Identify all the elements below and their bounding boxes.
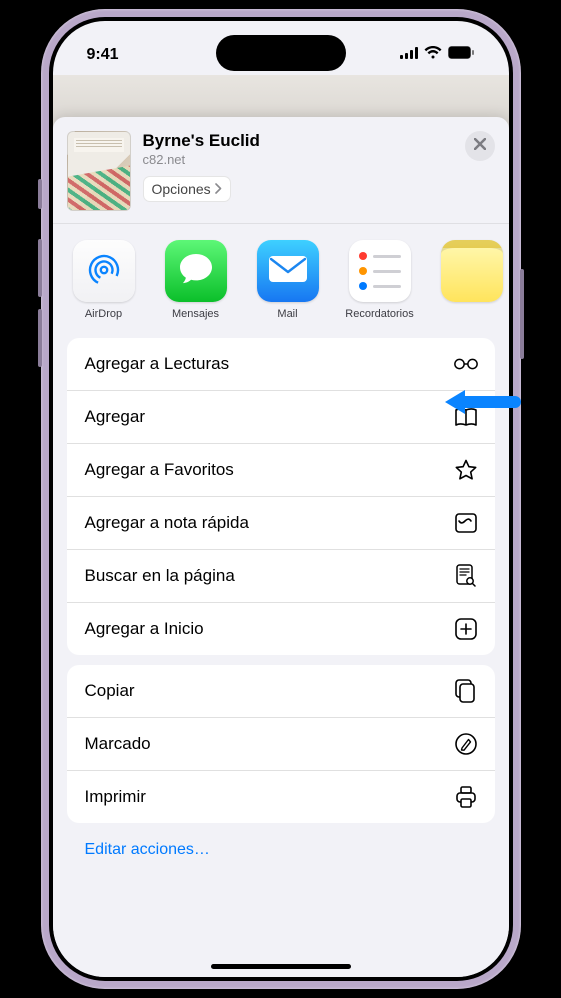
star-icon [453,458,479,482]
share-sheet: Byrne's Euclid c82.net Opciones [53,117,509,977]
action-label: Agregar a Favoritos [85,460,234,480]
app-label: Recordatorios [345,308,413,320]
action-label: Agregar [85,407,145,427]
action-add-reading-list[interactable]: Agregar a Lecturas [67,338,495,391]
edit-actions-link[interactable]: Editar acciones… [67,833,495,863]
app-label: Mail [277,308,297,320]
action-add-bookmark[interactable]: Agregar [67,391,495,444]
actions-group-primary: Agregar a Lecturas Agregar [67,338,495,655]
action-label: Marcado [85,734,151,754]
action-markup[interactable]: Marcado [67,718,495,771]
chevron-right-icon [215,181,222,197]
action-find-on-page[interactable]: Buscar en la página [67,550,495,603]
action-label: Buscar en la página [85,566,235,586]
battery-icon [448,46,475,64]
quicknote-icon [453,511,479,535]
callout-arrow [445,387,515,417]
glasses-icon [453,352,479,376]
action-label: Agregar a Inicio [85,619,204,639]
action-label: Copiar [85,681,135,701]
action-copy[interactable]: Copiar [67,665,495,718]
close-button[interactable] [465,131,495,161]
action-add-favorites[interactable]: Agregar a Favoritos [67,444,495,497]
home-indicator[interactable] [211,964,351,969]
action-print[interactable]: Imprimir [67,771,495,823]
dynamic-island [216,35,346,71]
options-label: Opciones [152,181,211,197]
action-label: Agregar a Lecturas [85,354,230,374]
action-add-home[interactable]: Agregar a Inicio [67,603,495,655]
copy-icon [453,679,479,703]
action-add-quicknote[interactable]: Agregar a nota rápida [67,497,495,550]
page-title: Byrne's Euclid [143,131,453,151]
airdrop-icon [83,248,125,295]
app-share-row[interactable]: AirDrop Mensajes [53,224,509,338]
share-target-mail[interactable]: Mail [255,240,321,320]
page-domain: c82.net [143,152,453,167]
reminders-icon [359,252,401,290]
status-time: 9:41 [87,46,119,64]
share-target-messages[interactable]: Mensajes [163,240,229,320]
mail-icon [266,253,310,290]
wifi-icon [424,46,442,64]
cellular-icon [400,46,418,64]
add-home-icon [453,617,479,641]
actions-group-secondary: Copiar Marcado Imprimir [67,665,495,823]
share-target-reminders[interactable]: Recordatorios [347,240,413,320]
app-label: AirDrop [85,308,122,320]
share-target-notes[interactable] [439,240,505,320]
app-label: Mensajes [172,308,219,320]
action-label: Agregar a nota rápida [85,513,249,533]
action-label: Imprimir [85,787,146,807]
options-button[interactable]: Opciones [143,176,231,202]
close-icon [474,137,486,155]
find-on-page-icon [453,564,479,588]
messages-icon [175,249,217,294]
markup-icon [453,732,479,756]
page-thumbnail [67,131,131,211]
share-target-airdrop[interactable]: AirDrop [71,240,137,320]
print-icon [453,785,479,809]
